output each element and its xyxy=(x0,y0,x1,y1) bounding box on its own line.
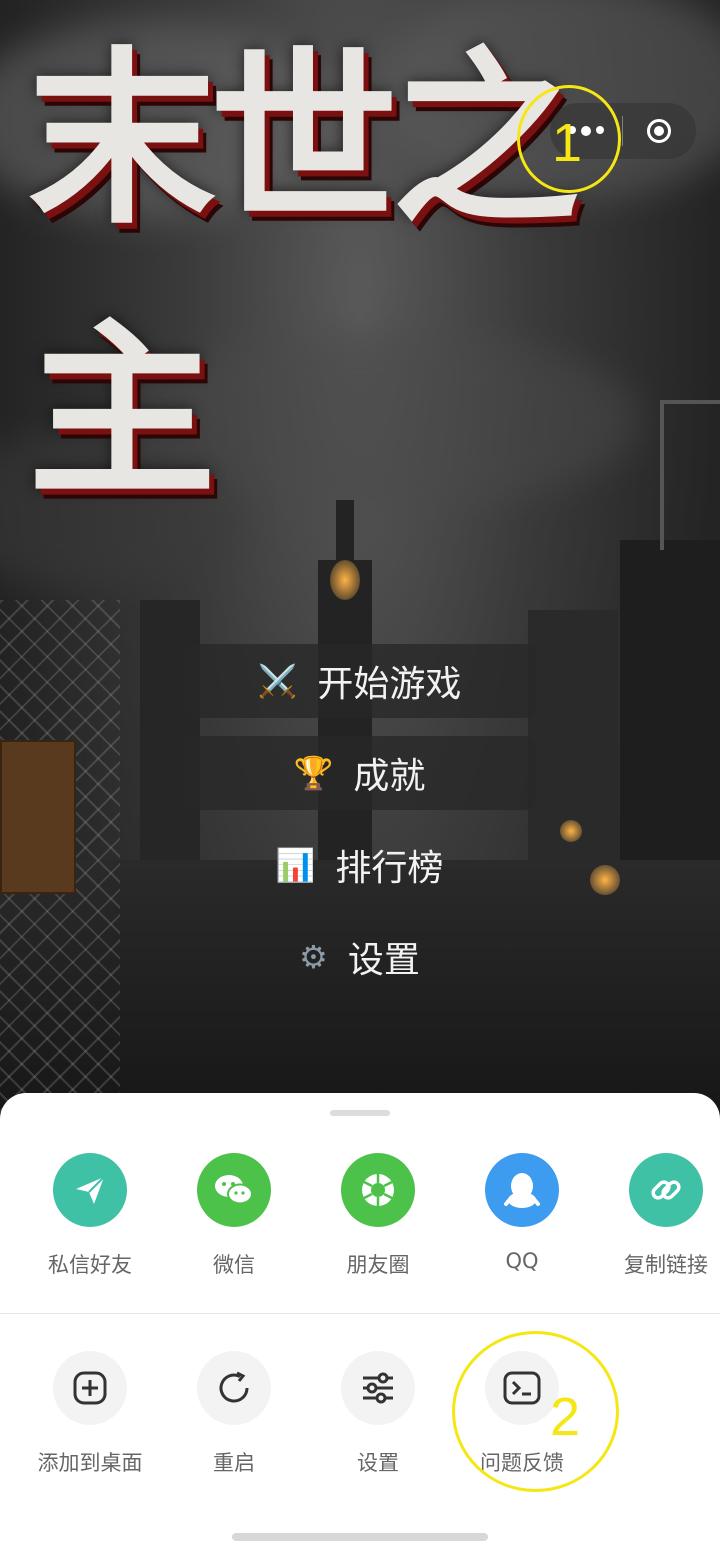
link-icon xyxy=(629,1153,703,1227)
share-label: 复制链接 xyxy=(624,1253,708,1277)
achievements-label: 成就 xyxy=(353,756,426,797)
home-indicator xyxy=(232,1533,488,1541)
sheet-handle[interactable] xyxy=(330,1110,390,1116)
sliders-icon xyxy=(341,1351,415,1425)
settings-button[interactable]: 设置 xyxy=(306,1351,450,1477)
share-label: QQ xyxy=(505,1249,539,1273)
start-game-label: 开始游戏 xyxy=(317,664,462,705)
action-sheet: 私信好友 微信 朋友圈 QQ 复制链接 添加到桌面 重启 设置 问题反馈 xyxy=(0,1093,720,1558)
wechat-icon xyxy=(197,1153,271,1227)
restart-icon xyxy=(197,1351,271,1425)
achievements-button[interactable]: 🏆 成就 xyxy=(183,736,536,810)
share-moments[interactable]: 朋友圈 xyxy=(306,1153,450,1279)
share-label: 朋友圈 xyxy=(346,1253,410,1277)
trophy-icon: 🏆 xyxy=(293,754,334,792)
paper-plane-icon xyxy=(53,1153,127,1227)
leaderboard-button[interactable]: 📊 排行榜 xyxy=(183,828,536,902)
crossed-swords-icon: ⚔️ xyxy=(257,662,298,700)
close-circle-icon xyxy=(647,119,671,143)
gear-icon: ⚙ xyxy=(299,938,328,976)
settings-menu-button[interactable]: ⚙ 设置 xyxy=(183,920,536,994)
add-square-icon xyxy=(53,1351,127,1425)
settings-menu-label: 设置 xyxy=(347,940,420,981)
util-label: 设置 xyxy=(357,1451,399,1475)
leaderboard-label: 排行榜 xyxy=(335,848,444,889)
share-label: 微信 xyxy=(213,1253,255,1277)
share-copy-link[interactable]: 复制链接 xyxy=(594,1153,720,1279)
share-wechat[interactable]: 微信 xyxy=(162,1153,306,1279)
close-button[interactable] xyxy=(623,103,695,159)
bar-chart-icon: 📊 xyxy=(275,846,316,884)
sheet-divider xyxy=(0,1313,720,1314)
share-label: 私信好友 xyxy=(48,1253,132,1277)
moments-icon xyxy=(341,1153,415,1227)
util-label: 重启 xyxy=(213,1451,255,1475)
annotation-circle-2 xyxy=(452,1331,619,1492)
util-label: 添加到桌面 xyxy=(37,1451,143,1475)
restart-button[interactable]: 重启 xyxy=(162,1351,306,1477)
share-private-message[interactable]: 私信好友 xyxy=(18,1153,162,1279)
qq-icon xyxy=(485,1153,559,1227)
add-to-desktop-button[interactable]: 添加到桌面 xyxy=(18,1351,162,1477)
annotation-number-2: 2 xyxy=(550,1387,581,1447)
annotation-number-1: 1 xyxy=(552,113,583,173)
start-game-button[interactable]: ⚔️ 开始游戏 xyxy=(183,644,536,718)
share-qq[interactable]: QQ xyxy=(450,1153,594,1273)
